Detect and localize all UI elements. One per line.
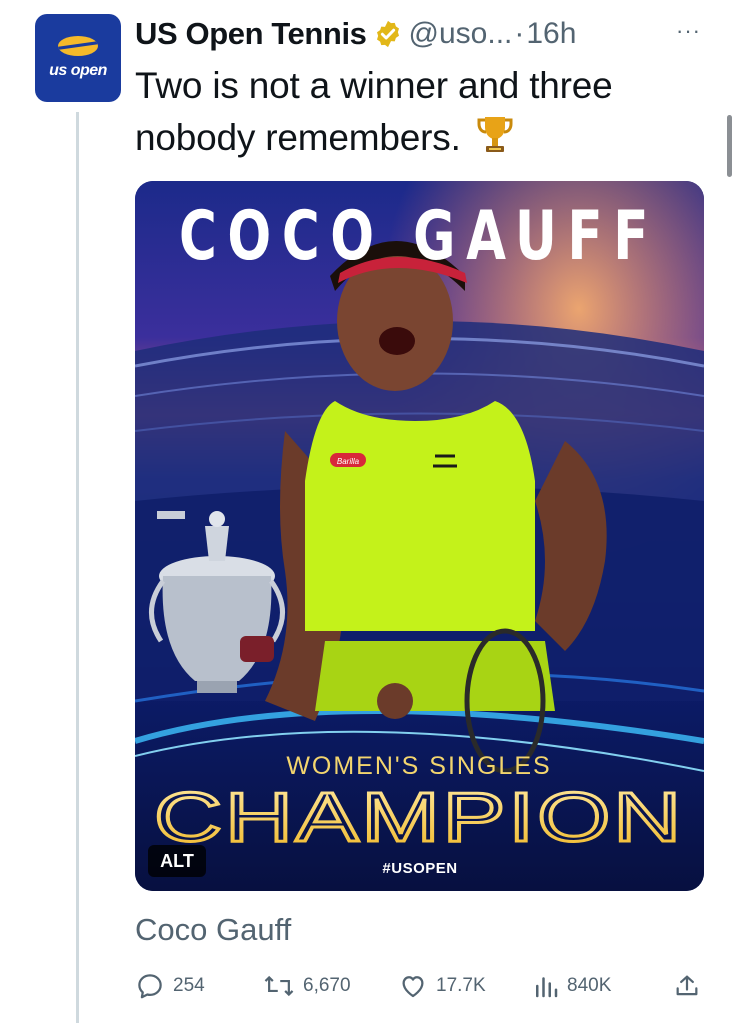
poster-subtitle: WOMEN'S SINGLES [286,752,551,780]
views-button[interactable]: 840K [533,968,611,1004]
share-button[interactable] [673,968,709,1004]
verified-badge-icon [376,20,399,48]
retweet-button[interactable]: 6,670 [263,968,351,1004]
avatar-text: us open [49,62,107,79]
avatar[interactable]: us open [35,14,121,102]
author-handle[interactable]: @uso... [409,17,513,51]
more-options-icon[interactable]: ··· [676,18,701,44]
like-button[interactable]: 17.7K [398,968,486,1004]
retweet-count: 6,670 [303,975,351,996]
poster-headline: CHAMPION [154,778,684,856]
tweet-header: US Open Tennis @uso... · 16h [135,12,576,56]
reply-button[interactable]: 254 [135,968,205,1004]
poster-title: COCO GAUFF [179,197,659,276]
thread-line [76,112,79,1023]
tweet-text: Two is not a winner and three nobody rem… [135,60,715,164]
trophy-icon [477,117,513,152]
scrollbar[interactable] [727,115,732,177]
separator-dot: · [514,17,525,50]
timestamp[interactable]: 16h [526,17,576,51]
card-title[interactable]: Coco Gauff [135,912,291,948]
views-count: 840K [567,975,612,996]
like-count: 17.7K [436,975,486,996]
reply-count: 254 [173,975,205,996]
action-bar: 254 6,670 17.7K 840K [135,968,705,1004]
tweet-image[interactable]: Barilla COCO GAUFF WOMEN'S SINGLES CHAMP… [135,181,704,891]
poster-hashtag: #USOPEN [382,860,458,877]
share-icon [676,975,698,996]
heart-icon [402,976,424,998]
tweet-body: Two is not a winner and three nobody rem… [135,65,613,158]
retweet-icon [264,975,294,997]
alt-text-badge[interactable]: ALT [148,845,206,877]
views-chart-icon [536,977,558,998]
us-open-ball-logo [58,36,98,56]
champion-poster: Barilla COCO GAUFF WOMEN'S SINGLES CHAMP… [135,181,704,891]
reply-icon [138,974,162,999]
shirt-logo: Barilla [337,457,360,466]
author-name[interactable]: US Open Tennis [135,16,367,52]
